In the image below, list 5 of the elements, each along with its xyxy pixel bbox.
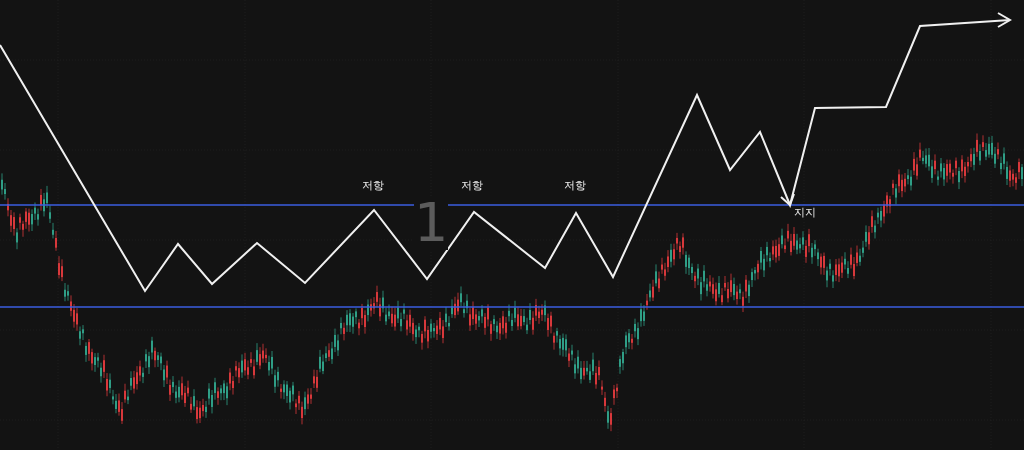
resistance-label: 저항: [564, 180, 586, 191]
symbol-number: 1: [414, 196, 449, 250]
resistance-label: 저항: [362, 180, 384, 191]
resistance-label: 저항: [461, 180, 483, 191]
support-label: 지지: [794, 207, 816, 218]
